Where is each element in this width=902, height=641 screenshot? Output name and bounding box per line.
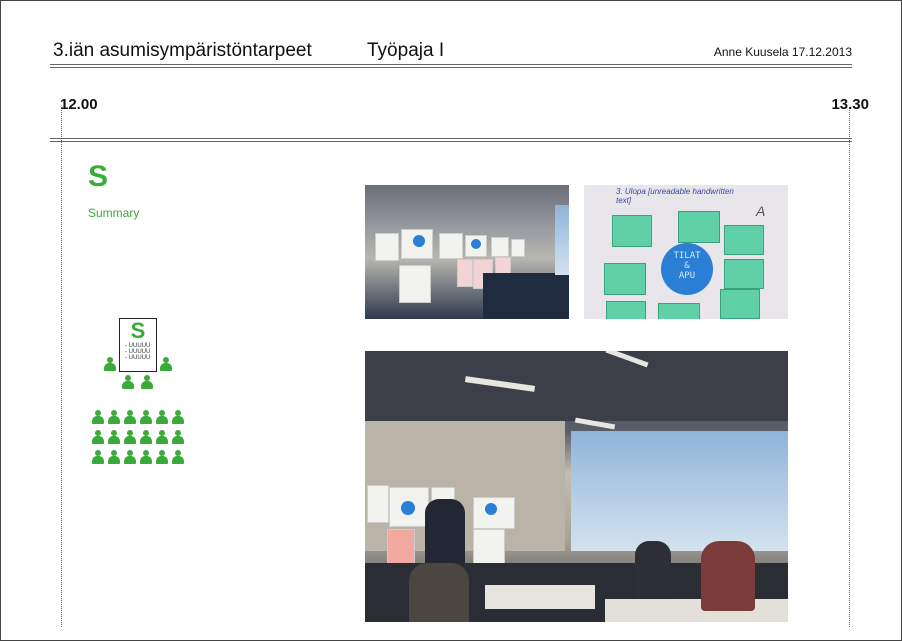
- circle-label: TILAT & APU: [673, 251, 701, 281]
- audience-person-icon: [124, 450, 136, 464]
- workshop-room-photo: [365, 351, 788, 622]
- timeline-divider: [50, 138, 852, 142]
- audience-person-icon: [156, 430, 168, 444]
- audience-person-icon: [124, 430, 136, 444]
- audience-person-icon: [172, 450, 184, 464]
- audience-person-icon: [108, 450, 120, 464]
- person-icon: [104, 357, 116, 371]
- board-heading: 3. Ulopa [unreadable handwritten text]: [616, 187, 734, 205]
- header-divider: [50, 64, 852, 68]
- audience-person-icon: [92, 450, 104, 464]
- audience-person-icon: [108, 430, 120, 444]
- audience-person-icon: [156, 450, 168, 464]
- slide-icon: S - UUUUU - UUUUU - UUUUU: [119, 318, 157, 372]
- page-title: 3.iän asumisympäristöntarpeet: [53, 40, 312, 61]
- audience-person-icon: [156, 410, 168, 424]
- slide-line: - UUUUU: [125, 355, 151, 361]
- sticky-notes-photo: 3. Ulopa [unreadable handwritten text] A…: [584, 185, 788, 319]
- audience-person-icon: [92, 430, 104, 444]
- workshop-label: Työpaja I: [367, 40, 445, 61]
- audience-person-icon: [124, 410, 136, 424]
- person-icon: [141, 375, 153, 389]
- person-icon: [160, 357, 172, 371]
- workshop-wall-photo: [365, 185, 569, 319]
- end-time: 13.30: [831, 96, 869, 113]
- timeline-end-marker: [849, 110, 850, 627]
- timeline-start-marker: [61, 110, 62, 627]
- audience-person-icon: [92, 410, 104, 424]
- section-letter: S: [88, 160, 109, 193]
- audience-person-icon: [140, 410, 152, 424]
- section-label: Summary: [88, 206, 140, 220]
- audience-person-icon: [172, 430, 184, 444]
- person-icon: [122, 375, 134, 389]
- audience-person-icon: [108, 410, 120, 424]
- board-corner: A: [756, 203, 766, 219]
- audience-person-icon: [140, 450, 152, 464]
- start-time: 12.00: [60, 96, 98, 113]
- author-date: Anne Kuusela 17.12.2013: [713, 45, 852, 59]
- slide-letter: S: [130, 318, 146, 343]
- audience-person-icon: [140, 430, 152, 444]
- audience-person-icon: [172, 410, 184, 424]
